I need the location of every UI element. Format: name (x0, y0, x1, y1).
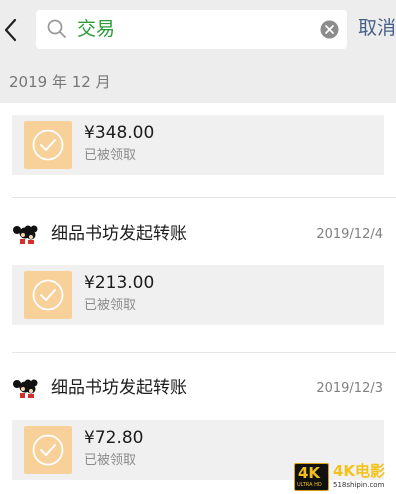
watermark-logo: 4K ULTRA HD (294, 463, 329, 491)
cancel-button[interactable]: 取消 (358, 17, 396, 40)
transfer-amount: ¥213.00 (84, 273, 155, 293)
watermark-badge-sub: ULTRA HD (297, 482, 322, 488)
transfer-card[interactable]: ¥213.00 已被领取 (12, 265, 384, 325)
divider (12, 197, 396, 198)
transfer-status: 已被领取 (84, 298, 137, 313)
list-item-header[interactable]: 细品书坊发起转账 2019/12/4 (0, 215, 396, 255)
transfer-date: 2019/12/3 (316, 381, 383, 396)
clear-icon[interactable] (320, 20, 339, 39)
search-field[interactable]: 交易 (36, 10, 347, 49)
search-bar-header: 交易 取消 (0, 0, 396, 60)
transfer-date: 2019/12/4 (316, 227, 383, 242)
sender-title: 细品书坊发起转账 (51, 378, 187, 398)
transfer-check-icon (24, 271, 72, 319)
transfer-amount: ¥72.80 (84, 428, 144, 448)
transfer-check-icon (24, 121, 72, 169)
search-input[interactable]: 交易 (77, 18, 115, 41)
list-item-header[interactable]: 细品书坊发起转账 2019/12/3 (0, 369, 396, 409)
sender-title: 细品书坊发起转账 (51, 224, 187, 244)
transfer-status: 已被领取 (84, 148, 137, 163)
mickey-avatar-icon (12, 378, 38, 400)
transfer-check-icon (24, 426, 72, 474)
search-icon (46, 18, 68, 40)
transfer-amount: ¥348.00 (84, 123, 155, 143)
transaction-list: ¥348.00 已被领取 细品书坊发起转账 2019/12/4 ¥213.00 … (0, 103, 396, 494)
transfer-card[interactable]: ¥348.00 已被领取 (12, 115, 384, 175)
divider (12, 352, 396, 353)
back-arrow-icon[interactable] (2, 14, 26, 46)
watermark-title: 4K电影 (333, 462, 386, 480)
month-label: 2019 年 12 月 (9, 73, 111, 91)
watermark-badge: 4K (298, 464, 321, 482)
transfer-status: 已被领取 (84, 453, 137, 468)
mickey-avatar-icon (12, 224, 38, 246)
watermark: 4K ULTRA HD 4K电影 518shipin.com (294, 463, 396, 494)
watermark-site: 518shipin.com (333, 481, 385, 489)
month-section-header: 2019 年 12 月 (0, 60, 396, 103)
